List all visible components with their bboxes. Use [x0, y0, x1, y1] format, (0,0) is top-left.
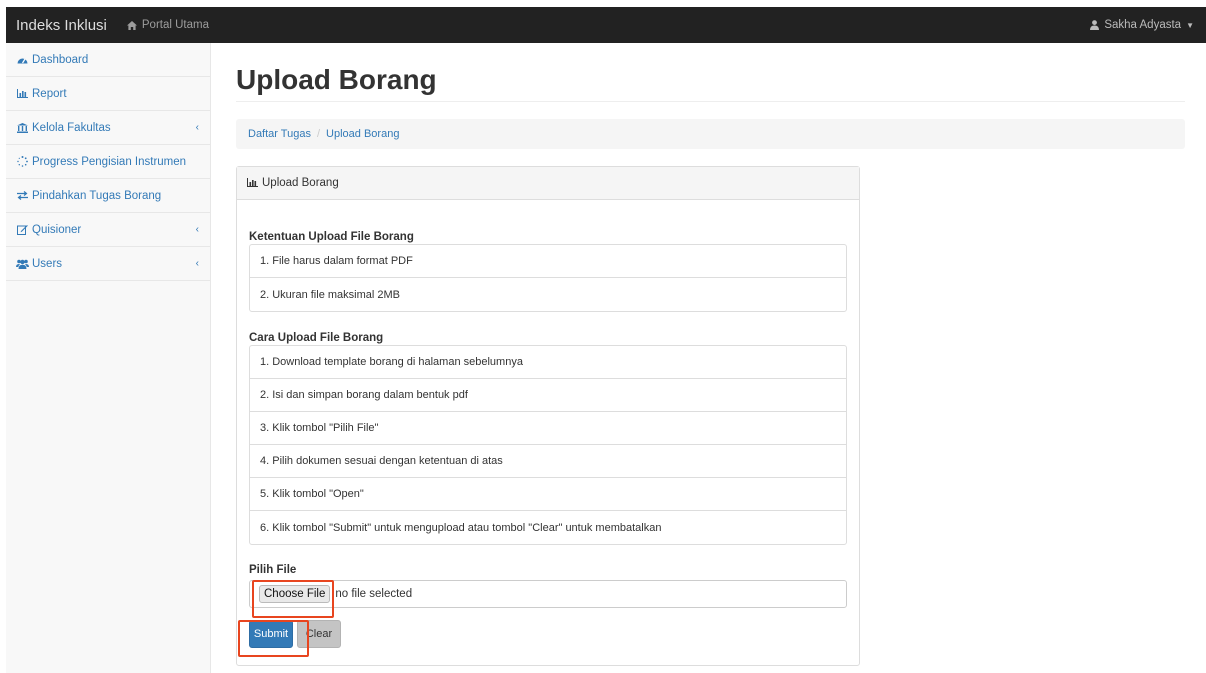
list-item: 2. Isi dan simpan borang dalam bentuk pd…	[250, 379, 846, 412]
caret-down-icon: ▼	[1186, 20, 1194, 30]
institution-icon	[15, 122, 29, 133]
sidebar-item-label: Pindahkan Tugas Borang	[32, 189, 162, 202]
sidebar-item-quisioner[interactable]: Quisioner ‹	[6, 213, 210, 247]
file-status-text: no file selected	[335, 588, 413, 600]
panel-heading-label: Upload Borang	[262, 177, 339, 189]
bar-chart-icon	[15, 89, 29, 98]
sidebar-item-label: Kelola Fakultas	[32, 121, 111, 134]
breadcrumb-separator: /	[316, 128, 321, 140]
list-item: 1. Download template borang di halaman s…	[250, 346, 846, 379]
sidebar-item-pindahkan-tugas-borang[interactable]: Pindahkan Tugas Borang	[6, 179, 210, 213]
list-item: 5. Klik tombol "Open"	[250, 478, 846, 511]
user-icon	[1090, 20, 1100, 30]
user-menu[interactable]: Sakha Adyasta ▼	[1090, 7, 1194, 43]
bar-chart-icon	[247, 177, 258, 189]
home-icon	[126, 20, 137, 30]
tachometer-icon	[15, 55, 29, 64]
breadcrumb-item-upload-borang[interactable]: Upload Borang	[326, 128, 399, 140]
file-label: Pilih File	[249, 564, 297, 576]
clear-button[interactable]: Clear	[297, 620, 341, 648]
chevron-left-icon: ‹	[195, 122, 199, 133]
title-divider	[236, 101, 1185, 102]
sidebar-item-label: Report	[32, 87, 67, 100]
page-title: Upload Borang	[236, 64, 437, 95]
steps-list: 1. Download template borang di halaman s…	[249, 345, 847, 545]
list-item: 3. Klik tombol "Pilih File"	[250, 412, 846, 445]
sidebar-item-kelola-fakultas[interactable]: Kelola Fakultas ‹	[6, 111, 210, 145]
edit-icon	[15, 224, 29, 235]
sidebar-item-progress-pengisian-instrumen[interactable]: Progress Pengisian Instrumen	[6, 145, 210, 179]
chevron-left-icon: ‹	[195, 258, 199, 269]
sidebar-item-users[interactable]: Users ‹	[6, 247, 210, 281]
sidebar-item-report[interactable]: Report	[6, 77, 210, 111]
list-item: 1. File harus dalam format PDF	[250, 245, 846, 278]
form-actions: Submit Clear	[249, 620, 847, 648]
choose-file-button[interactable]: Choose File	[259, 585, 331, 603]
list-item: 2. Ukuran file maksimal 2MB	[260, 288, 400, 301]
sidebar-item-dashboard[interactable]: Dashboard	[6, 43, 210, 77]
user-name: Sakha Adyasta	[1104, 19, 1182, 31]
sidebar: Dashboard Report Kelola Fakultas ‹ Progr…	[6, 43, 211, 673]
sidebar-item-label: Progress Pengisian Instrumen	[32, 155, 187, 168]
brand-link[interactable]: Indeks Inklusi	[16, 17, 107, 34]
portal-utama-label: Portal Utama	[141, 19, 209, 31]
spinner-icon	[15, 156, 29, 167]
top-navbar: Indeks Inklusi Portal Utama Sakha Adyast…	[6, 7, 1206, 43]
breadcrumb: Daftar Tugas / Upload Borang	[236, 119, 1185, 149]
steps-title: Cara Upload File Borang	[249, 332, 384, 344]
panel-body: Ketentuan Upload File Borang 1. File har…	[237, 231, 859, 648]
file-input[interactable]: Choose File no file selected	[249, 580, 847, 608]
list-item: 6. Klik tombol "Submit" untuk mengupload…	[260, 521, 662, 534]
list-item: 4. Pilih dokumen sesuai dengan ketentuan…	[250, 445, 846, 478]
sidebar-item-label: Quisioner	[32, 223, 82, 236]
breadcrumb-item-daftar-tugas[interactable]: Daftar Tugas	[248, 128, 311, 140]
rules-title: Ketentuan Upload File Borang	[249, 231, 414, 243]
submit-button[interactable]: Submit	[249, 620, 293, 648]
users-icon	[15, 259, 29, 269]
portal-utama-link[interactable]: Portal Utama	[126, 19, 209, 31]
exchange-icon	[15, 191, 29, 200]
panel-heading: Upload Borang	[237, 167, 859, 200]
rules-list: 1. File harus dalam format PDF 2. Ukuran…	[249, 244, 847, 312]
upload-panel: Upload Borang Ketentuan Upload File Bora…	[236, 166, 860, 666]
sidebar-item-label: Dashboard	[32, 53, 89, 66]
chevron-left-icon: ‹	[195, 224, 199, 235]
sidebar-item-label: Users	[32, 257, 63, 270]
